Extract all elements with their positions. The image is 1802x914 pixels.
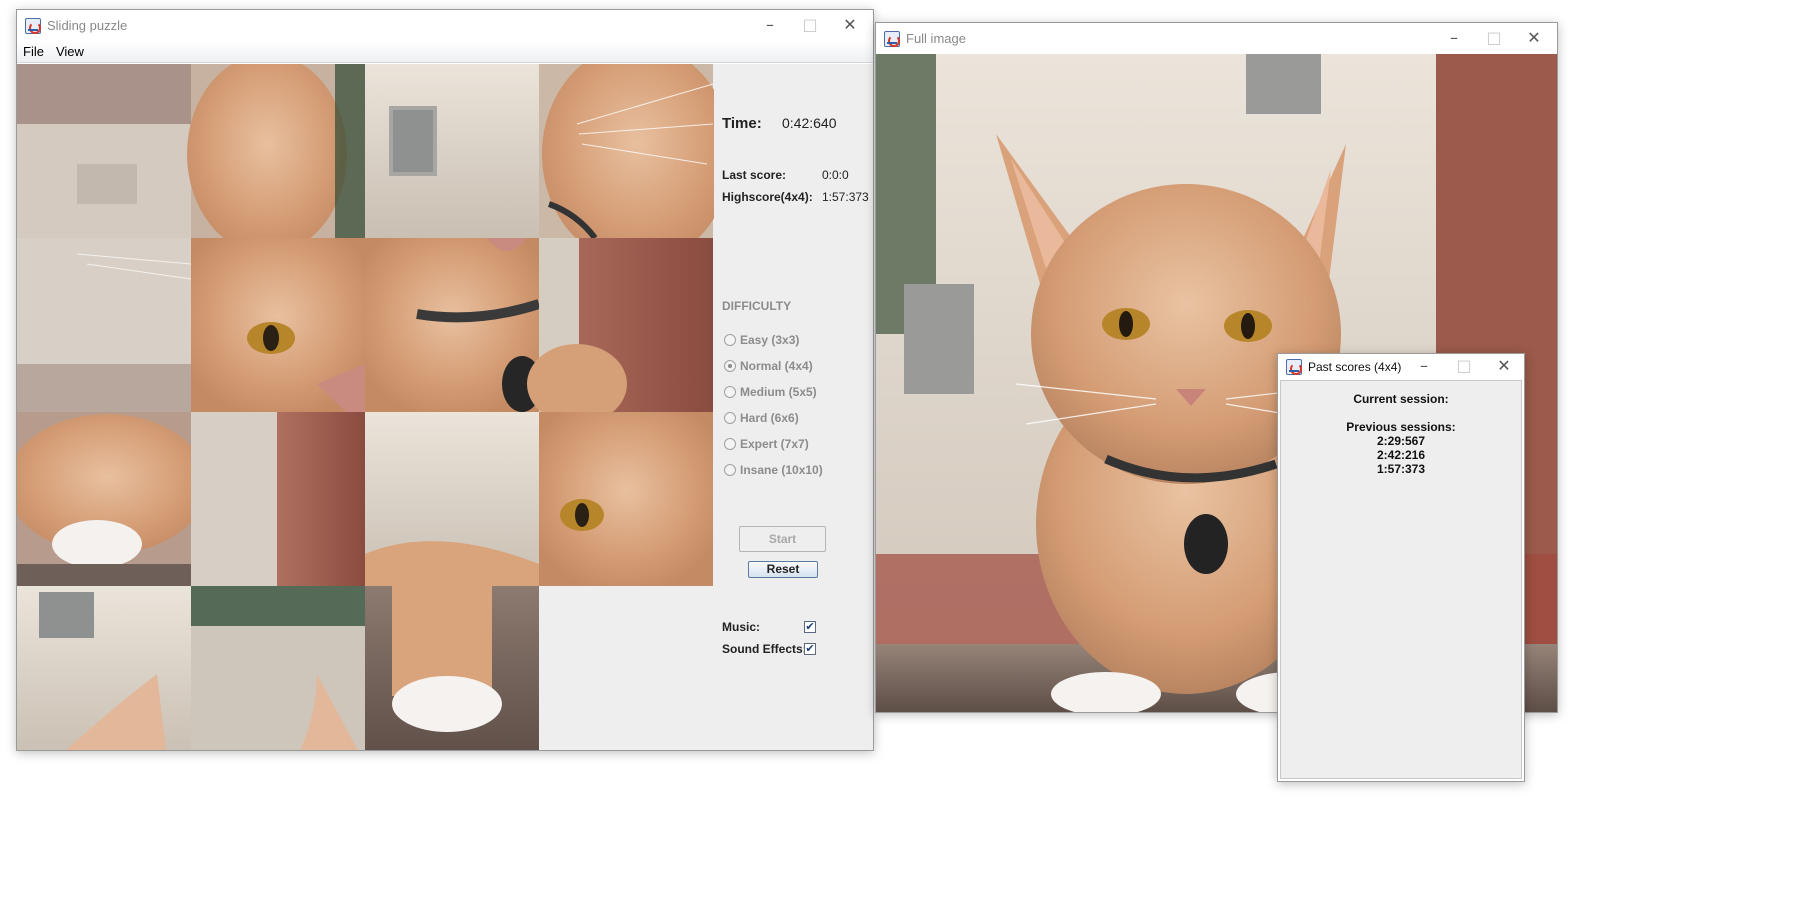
control-panel: Time: 0:42:640 Last score: 0:0:0 Highsco… — [714, 64, 873, 750]
difficulty-heading: DIFFICULTY — [722, 299, 792, 313]
sound-label: Sound Effects: — [722, 642, 807, 656]
tile-15[interactable] — [365, 586, 539, 751]
minimize-icon[interactable]: – — [1404, 354, 1444, 380]
tile-6[interactable] — [191, 238, 365, 412]
window-title: Past scores (4x4) — [1308, 360, 1402, 374]
java-app-icon — [25, 17, 41, 34]
difficulty-normal[interactable]: Normal (4x4) — [724, 359, 813, 373]
close-icon[interactable]: ✕ — [1484, 354, 1524, 380]
tile-7[interactable] — [365, 238, 542, 412]
tile-10[interactable] — [191, 412, 365, 586]
close-icon[interactable]: ✕ — [1511, 23, 1557, 54]
menu-bar: File View — [17, 41, 873, 63]
start-button[interactable]: Start — [739, 526, 826, 552]
highscore-value: 1:57:373 — [822, 190, 869, 204]
score-entry: 2:29:567 — [1376, 434, 1426, 448]
title-bar[interactable]: Full image – □ ✕ — [876, 23, 1557, 54]
radio-button[interactable] — [724, 386, 736, 398]
window-title: Sliding puzzle — [47, 18, 128, 33]
last-score-label: Last score: — [722, 168, 787, 182]
tile-4[interactable] — [539, 64, 714, 264]
check-icon: ✔ — [805, 620, 815, 633]
tile-1[interactable] — [17, 64, 191, 238]
menu-file[interactable]: File — [17, 44, 50, 59]
maximize-icon[interactable]: □ — [1444, 354, 1484, 380]
close-icon[interactable]: ✕ — [827, 10, 873, 41]
tile-3[interactable] — [365, 64, 539, 238]
difficulty-insane[interactable]: Insane (10x10) — [724, 463, 823, 477]
highscore-label: Highscore(4x4): — [722, 190, 813, 204]
difficulty-label: Medium (5x5) — [740, 385, 817, 399]
board-svg — [17, 64, 714, 751]
tile-11[interactable] — [365, 412, 539, 586]
difficulty-easy[interactable]: Easy (3x3) — [724, 333, 799, 347]
title-bar[interactable]: Past scores (4x4) – □ ✕ — [1278, 354, 1524, 380]
tile-9[interactable] — [17, 412, 207, 586]
tile-8[interactable] — [527, 238, 713, 424]
difficulty-label: Normal (4x4) — [740, 359, 813, 373]
difficulty-label: Expert (7x7) — [740, 437, 809, 451]
radio-button-selected[interactable] — [724, 360, 736, 372]
puzzle-board — [17, 64, 714, 751]
empty-tile[interactable] — [539, 586, 714, 751]
difficulty-expert[interactable]: Expert (7x7) — [724, 437, 809, 451]
title-bar[interactable]: Sliding puzzle – □ ✕ — [17, 10, 873, 41]
puzzle-window: Sliding puzzle – □ ✕ File View Time: 0:4… — [16, 9, 874, 751]
tile-2[interactable] — [187, 64, 365, 254]
current-session-label: Current session: — [1353, 392, 1449, 406]
past-scores-window: Past scores (4x4) – □ ✕ Current session:… — [1277, 353, 1525, 782]
difficulty-label: Easy (3x3) — [740, 333, 800, 347]
sound-checkbox[interactable]: ✔ — [804, 643, 816, 655]
window-title: Full image — [906, 31, 966, 46]
reset-button[interactable]: Reset — [748, 561, 818, 578]
java-app-icon — [884, 30, 900, 47]
radio-button[interactable] — [724, 464, 736, 476]
radio-button[interactable] — [724, 438, 736, 450]
music-label: Music: — [722, 620, 761, 634]
difficulty-label: Hard (6x6) — [740, 411, 799, 425]
radio-button[interactable] — [724, 412, 736, 424]
music-checkbox[interactable]: ✔ — [804, 621, 816, 633]
scores-panel: Current session: Previous sessions: 2:29… — [1280, 380, 1522, 779]
tile-14[interactable] — [191, 586, 365, 751]
last-score-value: 0:0:0 — [822, 168, 849, 182]
score-entry: 2:42:216 — [1376, 448, 1426, 462]
difficulty-hard[interactable]: Hard (6x6) — [724, 411, 799, 425]
score-entry: 1:57:373 — [1376, 462, 1426, 476]
tile-12[interactable] — [539, 412, 713, 586]
difficulty-label: Insane (10x10) — [740, 463, 823, 477]
radio-button[interactable] — [724, 334, 736, 346]
check-icon: ✔ — [805, 642, 815, 655]
java-app-icon — [1286, 359, 1302, 375]
previous-sessions-label: Previous sessions: — [1346, 420, 1456, 434]
time-value: 0:42:640 — [782, 115, 837, 131]
time-label: Time: — [722, 115, 762, 132]
tile-13[interactable] — [17, 586, 191, 751]
menu-view[interactable]: View — [50, 44, 90, 59]
difficulty-medium[interactable]: Medium (5x5) — [724, 385, 817, 399]
tile-5[interactable] — [17, 238, 192, 412]
